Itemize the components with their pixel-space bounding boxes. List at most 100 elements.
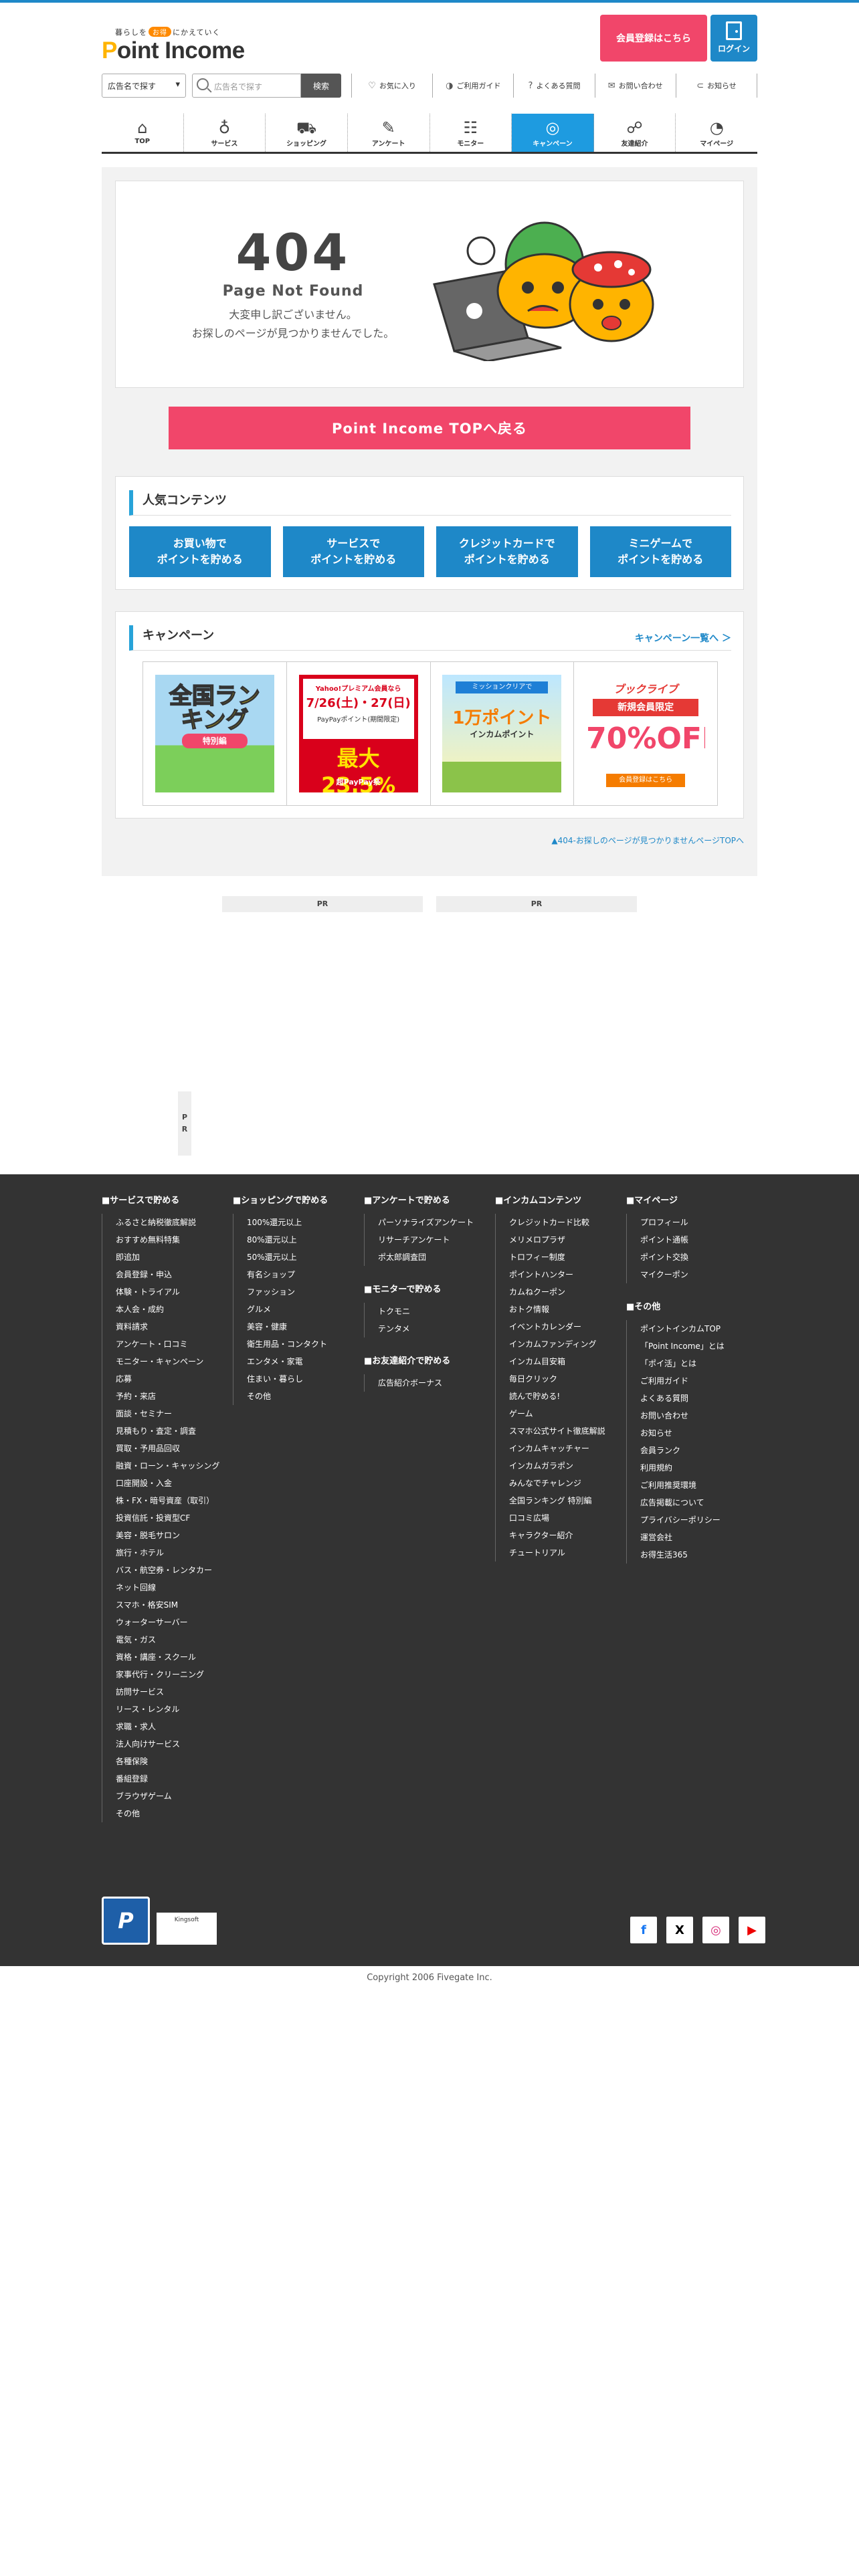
footer-link[interactable]: ポ太郎調査団 xyxy=(378,1249,491,1266)
nav-shopping[interactable]: ⛟ ショッピング xyxy=(266,114,348,152)
footer-link[interactable]: 各種保険 xyxy=(116,1753,229,1770)
footer-link[interactable]: プライバシーポリシー xyxy=(640,1511,753,1529)
footer-link[interactable]: 株・FX・暗号資産（取引） xyxy=(116,1492,229,1509)
campaign-banner[interactable]: ミッションクリアで 1万ポイント インカムポイント xyxy=(431,662,575,805)
footer-link[interactable]: お知らせ xyxy=(640,1424,753,1442)
footer-link[interactable]: 買取・予用品回収 xyxy=(116,1440,229,1457)
footer-link[interactable]: バス・航空券・レンタカー xyxy=(116,1562,229,1579)
faq-link[interactable]: ? よくある質問 xyxy=(514,74,595,98)
nav-survey[interactable]: ✎ アンケート xyxy=(348,114,430,152)
footer-link[interactable]: 資格・講座・スクール xyxy=(116,1648,229,1666)
footer-link[interactable]: 訪問サービス xyxy=(116,1683,229,1701)
footer-link[interactable]: マイクーポン xyxy=(640,1266,753,1283)
contact-link[interactable]: ✉ お問い合わせ xyxy=(595,74,676,98)
nav-campaign[interactable]: ◎ キャンペーン xyxy=(512,114,594,152)
footer-link[interactable]: グルメ xyxy=(247,1301,360,1318)
footer-link[interactable]: 電気・ガス xyxy=(116,1631,229,1648)
footer-link[interactable]: ファッション xyxy=(247,1283,360,1301)
footer-link[interactable]: 美容・脱毛サロン xyxy=(116,1527,229,1544)
footer-link[interactable]: インカムガラポン xyxy=(509,1457,622,1475)
footer-link[interactable]: 見積もり・査定・調査 xyxy=(116,1422,229,1440)
footer-link[interactable]: よくある質問 xyxy=(640,1390,753,1407)
footer-link[interactable]: ポイント交換 xyxy=(640,1249,753,1266)
campaign-banner[interactable]: Yahoo!プレミアム会員なら 7/26(土)・27(日) PayPayポイント… xyxy=(287,662,431,805)
footer-link[interactable]: アンケート・口コミ xyxy=(116,1335,229,1353)
site-logo[interactable]: 暮らしを お得 にかえていく Point Income xyxy=(102,25,249,64)
footer-link[interactable]: 運営会社 xyxy=(640,1529,753,1546)
footer-link[interactable]: 100%還元以上 xyxy=(247,1214,360,1231)
page-top-link[interactable]: ▲404-お探しのページが見つかりませんページTOPへ xyxy=(551,835,744,846)
footer-link[interactable]: 本人会・成約 xyxy=(116,1301,229,1318)
footer-link[interactable]: 旅行・ホテル xyxy=(116,1544,229,1562)
news-link[interactable]: ⊂ お知らせ xyxy=(676,74,758,98)
footer-link[interactable]: インカムファンディング xyxy=(509,1335,622,1353)
footer-link[interactable]: ポイント通帳 xyxy=(640,1231,753,1249)
footer-link[interactable]: パーソナライズアンケート xyxy=(378,1214,491,1231)
footer-link[interactable]: おすすめ無料特集 xyxy=(116,1231,229,1249)
footer-link[interactable]: ネット回線 xyxy=(116,1579,229,1596)
nav-service[interactable]: ♁ サービス xyxy=(184,114,266,152)
footer-link[interactable]: トロフィー制度 xyxy=(509,1249,622,1266)
privacy-mark-badge[interactable]: P xyxy=(102,1897,150,1945)
facebook-icon[interactable]: f xyxy=(630,1917,657,1943)
footer-link[interactable]: ふるさと納税徹底解説 xyxy=(116,1214,229,1231)
footer-link[interactable]: モニター・キャンペーン xyxy=(116,1353,229,1370)
footer-link[interactable]: 会員ランク xyxy=(640,1442,753,1459)
footer-link[interactable]: カムねクーポン xyxy=(509,1283,622,1301)
footer-link[interactable]: 読んで貯める! xyxy=(509,1388,622,1405)
instagram-icon[interactable]: ◎ xyxy=(702,1917,729,1943)
footer-link[interactable]: お問い合わせ xyxy=(640,1407,753,1424)
footer-link[interactable]: おトク情報 xyxy=(509,1301,622,1318)
footer-link[interactable]: 体験・トライアル xyxy=(116,1283,229,1301)
footer-link[interactable]: ご利用推奨環境 xyxy=(640,1477,753,1494)
guide-link[interactable]: ◑ ご利用ガイド xyxy=(433,74,514,98)
footer-link[interactable]: 衛生用品・コンタクト xyxy=(247,1335,360,1353)
footer-link[interactable]: 利用規約 xyxy=(640,1459,753,1477)
footer-link[interactable]: プロフィール xyxy=(640,1214,753,1231)
footer-link[interactable]: テンタメ xyxy=(378,1320,491,1337)
footer-link[interactable]: キャラクター紹介 xyxy=(509,1527,622,1544)
nav-monitor[interactable]: ☷ モニター xyxy=(430,114,512,152)
footer-link[interactable]: 80%還元以上 xyxy=(247,1231,360,1249)
nav-friend[interactable]: ☍ 友達紹介 xyxy=(594,114,676,152)
footer-link[interactable]: その他 xyxy=(116,1805,229,1822)
footer-link[interactable]: リサーチアンケート xyxy=(378,1231,491,1249)
search-input[interactable]: 広告名で探す xyxy=(192,74,301,98)
footer-link[interactable]: 「ポイ活」とは xyxy=(640,1355,753,1372)
creditcard-points-button[interactable]: クレジットカードで ポイントを貯める xyxy=(436,526,578,577)
footer-link[interactable]: 広告紹介ボーナス xyxy=(378,1374,491,1392)
footer-link[interactable]: 50%還元以上 xyxy=(247,1249,360,1266)
login-button[interactable]: ログイン xyxy=(710,15,757,62)
footer-link[interactable]: 口座開設・入金 xyxy=(116,1475,229,1492)
footer-link[interactable]: ポイントインカムTOP xyxy=(640,1320,753,1337)
footer-link[interactable]: 口コミ広場 xyxy=(509,1509,622,1527)
footer-link[interactable]: 「Point Income」とは xyxy=(640,1337,753,1355)
x-icon[interactable]: X xyxy=(666,1917,693,1943)
footer-link[interactable]: みんなでチャレンジ xyxy=(509,1475,622,1492)
footer-link[interactable]: お得生活365 xyxy=(640,1546,753,1564)
nav-top[interactable]: ⌂ TOP xyxy=(102,114,184,152)
kingsoft-badge[interactable]: Kingsoft xyxy=(157,1913,217,1945)
footer-link[interactable]: 投資信託・投資型CF xyxy=(116,1509,229,1527)
campaign-banner[interactable]: ブックライブ 新規会員限定 70%OFF 会員登録はこちら xyxy=(574,662,717,805)
footer-link[interactable]: 住まい・暮らし xyxy=(247,1370,360,1388)
footer-link[interactable]: クレジットカード比較 xyxy=(509,1214,622,1231)
minigame-points-button[interactable]: ミニゲームで ポイントを貯める xyxy=(589,526,731,577)
footer-link[interactable]: 資料請求 xyxy=(116,1318,229,1335)
footer-link[interactable]: リース・レンタル xyxy=(116,1701,229,1718)
footer-link[interactable]: 求職・求人 xyxy=(116,1718,229,1735)
footer-link[interactable]: 番組登録 xyxy=(116,1770,229,1788)
footer-link[interactable]: 融資・ローン・キャッシング xyxy=(116,1457,229,1475)
footer-link[interactable]: 広告掲載について xyxy=(640,1494,753,1511)
search-type-select[interactable]: 広告名で探す xyxy=(102,74,186,98)
footer-link[interactable]: 法人向けサービス xyxy=(116,1735,229,1753)
footer-link[interactable]: ご利用ガイド xyxy=(640,1372,753,1390)
footer-link[interactable]: スマホ公式サイト徹底解説 xyxy=(509,1422,622,1440)
footer-link[interactable]: メリメロプラザ xyxy=(509,1231,622,1249)
favorites-link[interactable]: ♡ お気に入り xyxy=(352,74,434,98)
register-button[interactable]: 会員登録はこちら xyxy=(600,15,707,62)
footer-link[interactable]: インカム目安箱 xyxy=(509,1353,622,1370)
footer-link[interactable]: エンタメ・家電 xyxy=(247,1353,360,1370)
footer-link[interactable]: 美容・健康 xyxy=(247,1318,360,1335)
footer-link[interactable]: その他 xyxy=(247,1388,360,1405)
